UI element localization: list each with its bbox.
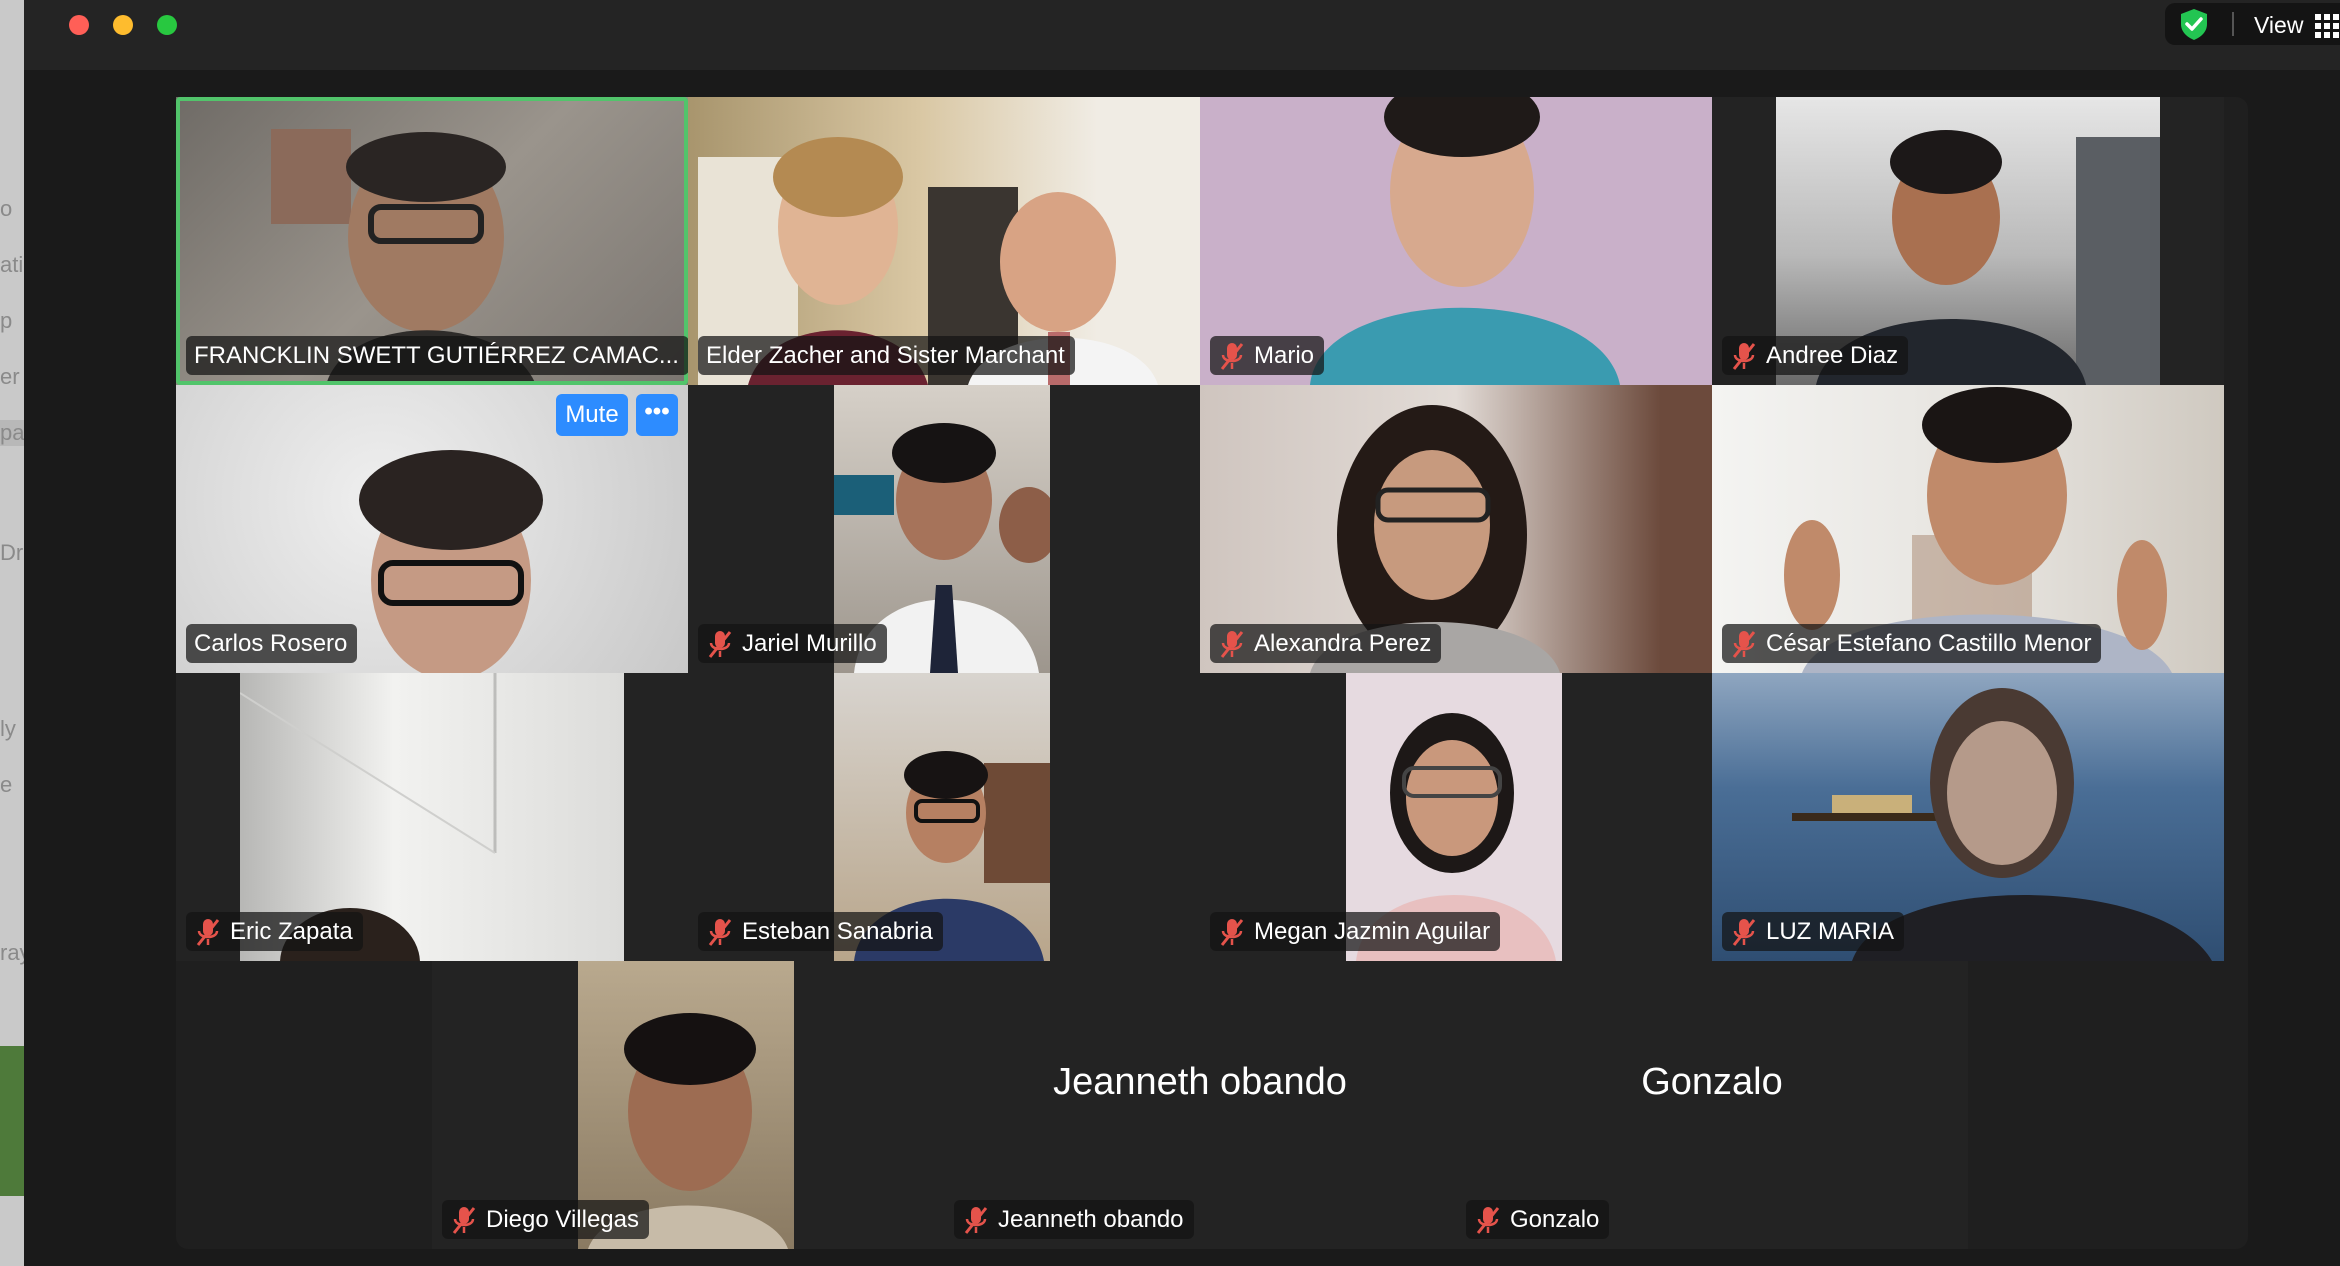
participant-name: Alexandra Perez [1254,630,1432,657]
background-text-fragment: ray [0,940,24,965]
muted-mic-icon [1732,342,1756,370]
video-tile[interactable]: Eric Zapata [176,673,688,961]
background-photo [0,1046,24,1196]
participant-display-name: Gonzalo [1641,1061,1783,1103]
top-right-controls: View [2165,3,2340,45]
video-tile[interactable]: Gonzalo Gonzalo [1456,961,1968,1249]
background-text-fragment: o [0,196,13,221]
video-tile[interactable]: Andree Diaz [1712,97,2224,385]
video-tile[interactable]: Jariel Murillo [688,385,1200,673]
participant-name: Gonzalo [1510,1206,1600,1233]
divider [2232,12,2234,36]
participant-name-tag: Eric Zapata [186,912,363,951]
video-tile[interactable]: LUZ MARIA [1712,673,2224,961]
video-tile[interactable]: César Estefano Castillo Menor [1712,385,2224,673]
muted-mic-icon [1476,1206,1500,1234]
background-text-fragment: p [0,308,13,333]
video-tile[interactable]: Jeanneth obando Jeanneth obando [944,961,1456,1249]
video-tile[interactable]: Mute ••• Carlos Rosero [176,385,688,673]
close-window-button[interactable] [69,15,89,35]
muted-mic-icon [708,918,732,946]
participant-name: Jeanneth obando [998,1206,1184,1233]
video-tile[interactable]: FRANCKLIN SWETT GUTIÉRREZ CAMAC... [176,97,688,385]
muted-mic-icon [452,1206,476,1234]
muted-mic-icon [196,918,220,946]
participant-name-tag: Diego Villegas [442,1200,649,1239]
participant-name: Andree Diaz [1766,342,1899,369]
participant-name: Diego Villegas [486,1206,639,1233]
meeting-window: View FRANCKLIN SWETT GUTIÉRREZ CAMAC... … [24,0,2340,1266]
muted-mic-icon [1220,630,1244,658]
participant-name-tag: Alexandra Perez [1210,624,1442,663]
participant-name-tag: Carlos Rosero [186,624,358,663]
participant-name: César Estefano Castillo Menor [1766,630,2092,657]
participant-name-tag: FRANCKLIN SWETT GUTIÉRREZ CAMAC... [186,336,688,375]
background-window-edge: o ati p er pa Dr ly e ray [0,0,24,1266]
video-tile[interactable]: Megan Jazmin Aguilar [1200,673,1712,961]
minimize-window-button[interactable] [113,15,133,35]
participant-name: FRANCKLIN SWETT GUTIÉRREZ CAMAC... [194,342,679,369]
video-tile[interactable]: Alexandra Perez [1200,385,1712,673]
background-text-fragment: Dr [0,540,24,565]
participant-name: Esteban Sanabria [742,918,933,945]
participant-name-tag: Esteban Sanabria [698,912,943,951]
participant-name-tag: Andree Diaz [1722,336,1909,375]
title-bar[interactable]: View [24,0,2340,70]
gallery-view: FRANCKLIN SWETT GUTIÉRREZ CAMAC... Elder… [176,97,2248,1249]
grid-icon[interactable] [2315,14,2339,38]
participant-name: Mario [1254,342,1315,369]
participant-name-tag: Mario [1210,336,1325,375]
background-text-fragment: ati [0,252,24,277]
more-options-button[interactable]: ••• [636,394,678,436]
participant-name-tag: Elder Zacher and Sister Marchant [698,336,1075,375]
fullscreen-window-button[interactable] [157,15,177,35]
muted-mic-icon [1220,918,1244,946]
background-text-fragment: er [0,364,20,389]
muted-mic-icon [1732,630,1756,658]
muted-mic-icon [1220,342,1244,370]
muted-mic-icon [964,1206,988,1234]
background-text-fragment: e [0,772,13,797]
participant-name: Eric Zapata [230,918,353,945]
video-tile[interactable]: Elder Zacher and Sister Marchant [688,97,1200,385]
background-text-fragment: pa [0,420,24,446]
muted-mic-icon [1732,918,1756,946]
view-button[interactable]: View [2254,12,2303,39]
video-tile[interactable]: Diego Villegas [432,961,944,1249]
participant-name-tag: César Estefano Castillo Menor [1722,624,2102,663]
participant-name: Jariel Murillo [742,630,877,657]
participant-name: Carlos Rosero [194,630,348,657]
participant-name-tag: Jeanneth obando [954,1200,1194,1239]
video-tile[interactable]: Esteban Sanabria [688,673,1200,961]
participant-name: Elder Zacher and Sister Marchant [706,342,1065,369]
mute-participant-button[interactable]: Mute [556,394,628,436]
participant-name-tag: Gonzalo [1466,1200,1610,1239]
video-tile[interactable]: Mario [1200,97,1712,385]
muted-mic-icon [708,630,732,658]
participant-name: Megan Jazmin Aguilar [1254,918,1491,945]
participant-name-tag: Megan Jazmin Aguilar [1210,912,1501,951]
background-text-fragment: ly [0,716,16,741]
participant-name-tag: LUZ MARIA [1722,912,1905,951]
participant-display-name: Jeanneth obando [1053,1061,1347,1103]
participant-name-tag: Jariel Murillo [698,624,887,663]
participant-name: LUZ MARIA [1766,918,1895,945]
shield-check-icon[interactable] [2177,7,2211,41]
